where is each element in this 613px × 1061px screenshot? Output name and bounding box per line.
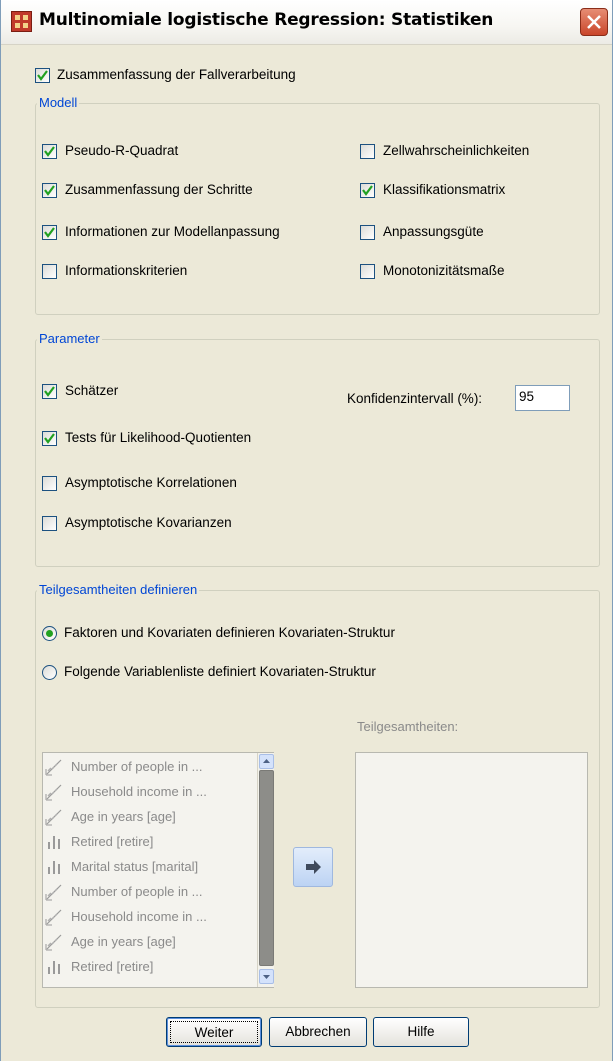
estimates-label: Schätzer [65,383,119,398]
cell-probabilities-label: Zellwahrscheinlichkeiten [383,143,530,158]
window-title: Multinomiale logistische Regression: Sta… [39,10,494,30]
pseudo-r2-checkbox[interactable] [42,144,57,159]
title-bar[interactable]: Multinomiale logistische Regression: Sta… [1,0,612,45]
info-criteria-checkbox[interactable] [42,264,57,279]
step-summary-checkbox[interactable] [42,183,57,198]
nominal-icon [45,858,63,876]
classification-matrix-checkbox[interactable] [360,183,375,198]
summary-checkbox[interactable] [35,68,50,83]
checkmark-icon [44,433,55,444]
asymptotic-correlations-checkbox[interactable] [42,476,57,491]
variable-list-scrollbar[interactable] [257,753,274,987]
step-summary-label: Zusammenfassung der Schritte [65,182,253,197]
cancel-button[interactable]: Abbrechen [269,1017,367,1047]
scroll-up-button[interactable] [259,754,274,769]
likelihood-ratio-tests-checkbox[interactable] [42,431,57,446]
factors-covariates-label: Faktoren und Kovariaten definieren Kovar… [64,625,395,640]
classification-matrix-label: Klassifikationsmatrix [383,182,506,197]
model-fit-info-checkbox[interactable] [42,225,57,240]
checkmark-icon [44,146,55,157]
dialog-window: Multinomiale logistische Regression: Sta… [0,0,613,1061]
asymptotic-covariances-checkbox[interactable] [42,516,57,531]
scale-icon [45,783,63,801]
variable-label: Age in years [age] [71,809,176,824]
model-fit-info-label: Informationen zur Modellanpassung [65,224,280,239]
checkmark-icon [44,386,55,397]
model-group [35,103,600,315]
subpopulations-list[interactable] [355,752,588,988]
checkmark-icon [362,185,373,196]
move-right-button[interactable] [293,847,333,887]
subpopulation-group-title: Teilgesamtheiten definieren [37,582,200,597]
scale-icon [45,883,63,901]
variable-label: Retired [retire] [71,834,154,849]
close-icon [587,15,601,29]
parameter-group-title: Parameter [37,331,102,346]
monotonicity-label: Monotonizitätsmaße [383,263,505,278]
nominal-icon [45,958,63,976]
monotonicity-checkbox[interactable] [360,264,375,279]
checkmark-icon [44,185,55,196]
confidence-interval-label: Konfidenzintervall (%): [347,391,483,406]
arrow-right-icon [306,860,321,874]
parameter-group [35,339,600,567]
confidence-interval-input[interactable]: 95 [515,385,570,411]
info-criteria-label: Informationskriterien [65,263,188,278]
scale-icon [45,908,63,926]
variable-list[interactable]: Number of people in ... Household income … [42,752,274,988]
scale-icon [45,808,63,826]
checkmark-icon [44,227,55,238]
variable-label: Household income in ... [71,784,207,799]
goodness-of-fit-label: Anpassungsgüte [383,224,484,239]
summary-label: Zusammenfassung der Fallverarbeitung [57,67,296,82]
variable-label: Number of people in ... [71,884,203,899]
scale-icon [45,758,63,776]
variable-label: Household income in ... [71,909,207,924]
likelihood-ratio-tests-label: Tests für Likelihood-Quotienten [65,430,252,445]
nominal-icon [45,833,63,851]
checkmark-icon [37,70,48,81]
close-button[interactable] [580,8,608,36]
continue-label: Weiter [170,1021,258,1043]
estimates-checkbox[interactable] [42,384,57,399]
scroll-thumb[interactable] [259,770,274,966]
cell-probabilities-checkbox[interactable] [360,144,375,159]
pseudo-r2-label: Pseudo-R-Quadrat [65,143,179,158]
asymptotic-correlations-label: Asymptotische Korrelationen [65,475,237,490]
asymptotic-covariances-label: Asymptotische Kovarianzen [65,515,232,530]
model-group-title: Modell [37,95,80,110]
scale-icon [45,933,63,951]
arrow-down-icon [263,975,270,979]
scroll-down-button[interactable] [259,969,274,984]
variable-label: Age in years [age] [71,934,176,949]
variable-label: Number of people in ... [71,759,203,774]
subpopulations-label: Teilgesamtheiten: [357,719,459,734]
variable-label: Marital status [marital] [71,859,199,874]
help-button[interactable]: Hilfe [373,1017,469,1047]
variable-label: Retired [retire] [71,959,154,974]
variable-list-radio[interactable] [42,665,57,680]
continue-button[interactable]: Weiter [166,1017,262,1047]
arrow-up-icon [263,759,270,763]
spss-app-icon [11,11,32,32]
variable-list-label: Folgende Variablenliste definiert Kovari… [64,664,376,679]
goodness-of-fit-checkbox[interactable] [360,225,375,240]
factors-covariates-radio[interactable] [42,626,57,641]
